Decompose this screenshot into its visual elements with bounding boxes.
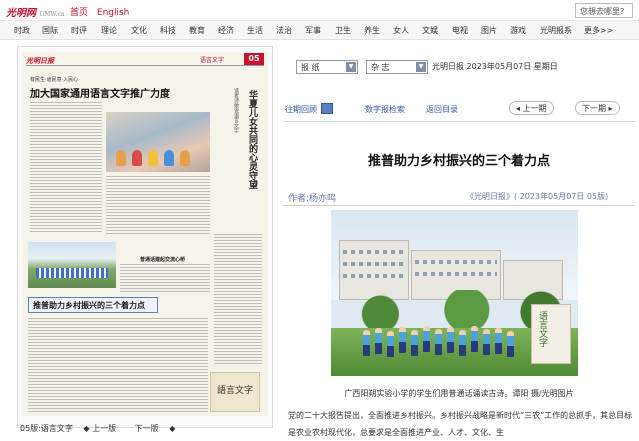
issue-toolbar: 往期回顾 数字报检索 返回目录 ◂ 上一期 下一期 ▸ <box>283 101 639 117</box>
classroom-photo <box>106 112 210 172</box>
nav-item[interactable]: 时评 <box>71 25 87 36</box>
paper-subhead[interactable]: 普通话建起交流心桥 <box>140 256 185 263</box>
nav-item[interactable]: 生活 <box>247 25 263 36</box>
paper-kicker: 有民生·道民意·入民心 <box>30 77 79 83</box>
nav-item[interactable]: 军事 <box>305 25 321 36</box>
nav-item[interactable]: 科技 <box>160 25 176 36</box>
magazine-select[interactable]: 杂 志 ▼ <box>366 60 428 74</box>
nav-item[interactable]: 法治 <box>276 25 292 36</box>
article-divider <box>283 205 635 206</box>
nav-item[interactable]: 卫生 <box>335 25 351 36</box>
article-photo: 语言文字 <box>331 210 578 376</box>
article-title: 推普助力乡村振兴的三个着力点 <box>367 154 550 169</box>
top-links: 首页 English <box>70 5 135 18</box>
paper-column-name: 语言文字 <box>200 57 225 64</box>
prev-issue-label: 上一期 <box>522 104 547 113</box>
text-block <box>106 176 210 234</box>
nav-item[interactable]: 文娱 <box>422 25 438 36</box>
masthead-divider <box>26 65 264 66</box>
nav-item[interactable]: 游戏 <box>510 25 526 36</box>
next-page-label: 下一版 <box>134 424 159 433</box>
nav-item[interactable]: 时政 <box>14 25 30 36</box>
nav-item[interactable]: 女人 <box>393 25 409 36</box>
chevron-down-icon: ▼ <box>416 62 426 72</box>
text-block <box>28 318 208 412</box>
paper-headline-link[interactable]: 加大国家通用语言文字推广力度 <box>30 85 170 100</box>
prev-page-label: 上一版 <box>92 424 117 433</box>
newspaper-select-value: 报 纸 <box>301 63 320 72</box>
newspaper-page-image[interactable]: 光明日报 语言文字 05 有民生·道民意·入民心 加大国家通用语言文字推广力度 … <box>22 52 268 416</box>
issue-date-info: 光明日报 2023年05月07日 星期日 <box>432 62 558 71</box>
text-block <box>30 102 102 232</box>
newspaper-select[interactable]: 报 纸 ▼ <box>296 60 358 74</box>
text-block <box>120 264 210 294</box>
back-to-index-link[interactable]: 返回目录 <box>426 104 458 115</box>
page-pager: 05版:语言文字 ◆ 上一版 下一版 ◆ <box>20 423 183 434</box>
stone-sign-text: 语言文字 <box>537 311 547 347</box>
paper-vertical-title-link[interactable]: 华夏儿女共同的心灵守望 <box>244 90 258 230</box>
calligraphy-block: 語言文字 <box>210 372 260 412</box>
nav-item-more[interactable]: 更多>> <box>584 25 613 36</box>
next-page-link[interactable]: 下一版 ◆ <box>135 424 176 433</box>
prev-page-link[interactable]: ◆ 上一版 <box>83 424 124 433</box>
prev-issue-button[interactable]: ◂ 上一期 <box>509 101 554 115</box>
next-issue-label: 下一期 <box>582 104 606 113</box>
main-nav: 时政 国际 时评 理论 文化 科技 教育 经济 生活 法治 军事 卫生 养生 女… <box>0 21 639 40</box>
nav-item[interactable]: 理论 <box>101 25 117 36</box>
nav-item[interactable]: 图片 <box>481 25 497 36</box>
page-root: 光明网 GMW.cn 首页 English 您想去哪里? 时政 国际 时评 理论… <box>0 0 639 441</box>
logo-sub: GMW.cn <box>39 11 65 18</box>
english-link[interactable]: English <box>97 8 130 18</box>
calligraphy-text: 語言文字 <box>217 386 254 396</box>
site-logo[interactable]: 光明网 GMW.cn <box>6 4 65 19</box>
site-search-input[interactable]: 您想去哪里? <box>575 3 633 18</box>
chevron-down-icon: ▼ <box>346 62 356 72</box>
nav-item[interactable]: 养生 <box>364 25 380 36</box>
text-block <box>214 234 262 364</box>
paper-article-highlight[interactable]: 推普助力乡村振兴的三个着力点 <box>28 297 158 313</box>
article-body: 党的二十大报告提出，全面推进乡村振兴。乡村振兴战略是新时代“三农”工作的总抓手，… <box>288 411 633 437</box>
paper-vertical-sub: 读者诗歌说语言文字 <box>233 88 239 133</box>
current-page-select[interactable]: 05版:语言文字 <box>20 424 73 433</box>
paper-page-number: 05 <box>244 53 264 65</box>
calendar-icon[interactable] <box>321 103 333 114</box>
nav-item[interactable]: 国际 <box>42 25 58 36</box>
nav-item[interactable]: 光明报系 <box>540 25 572 36</box>
nav-item[interactable]: 教育 <box>189 25 205 36</box>
stone-sign: 语言文字 <box>531 304 571 364</box>
digital-search-link[interactable]: 数字报检索 <box>365 104 405 115</box>
logo-text: 光明网 <box>6 8 36 19</box>
students-photo <box>28 242 116 288</box>
article-byline: 作者:杨亦鸣 <box>288 194 337 204</box>
magazine-select-value: 杂 志 <box>371 63 390 72</box>
toolbar-divider <box>283 121 635 122</box>
past-review-link[interactable]: 往期回顾 <box>285 104 317 115</box>
nav-item[interactable]: 经济 <box>218 25 234 36</box>
paper-boxed-headline: 推普助力乡村振兴的三个着力点 <box>33 300 145 310</box>
top-bar: 光明网 GMW.cn 首页 English 您想去哪里? <box>0 0 639 21</box>
home-link[interactable]: 首页 <box>70 8 88 18</box>
photo-caption: 广西阳朔实验小学的学生们用普通话诵读古诗。谭阳 摄/光明图片 <box>344 389 574 398</box>
nav-item[interactable]: 文化 <box>131 25 147 36</box>
next-issue-button[interactable]: 下一期 ▸ <box>575 101 620 115</box>
article-source: 《光明日报》( 2023年05月07日 05版) <box>466 192 609 201</box>
nav-item[interactable]: 电视 <box>452 25 468 36</box>
